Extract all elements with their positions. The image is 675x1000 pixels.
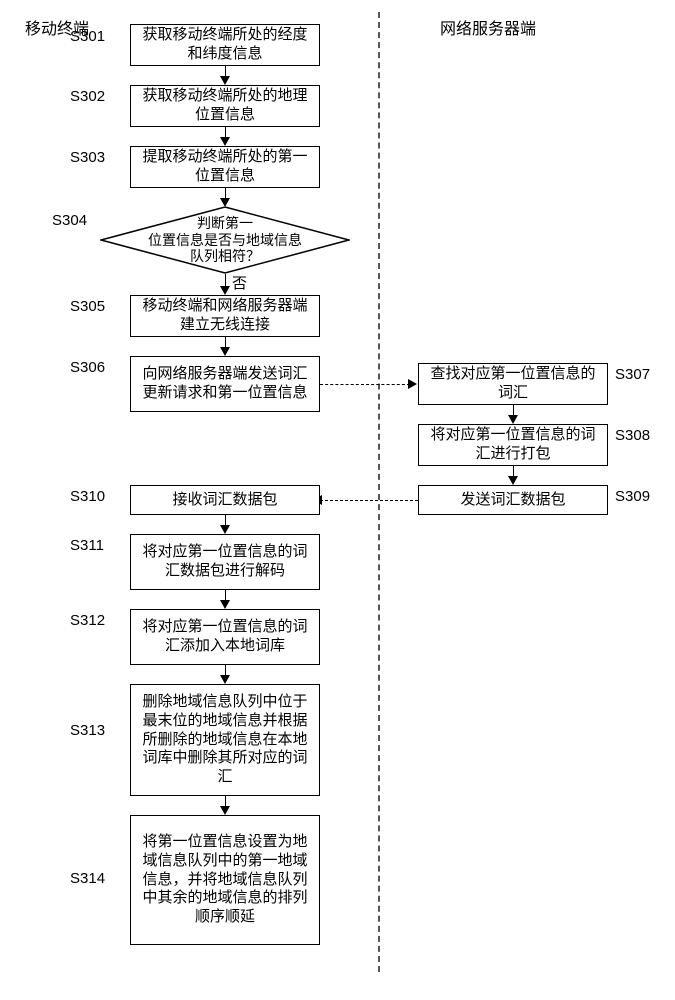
arrowhead-down [220, 347, 230, 356]
step-s307: 查找对应第一位置信息的词汇 [418, 363, 608, 405]
step-s310: 接收词汇数据包 [130, 485, 320, 515]
step-id-s307: S307 [615, 366, 650, 383]
step-text: 向网络服务器端发送词汇更新请求和第一位置信息 [139, 365, 311, 403]
step-s311: 将对应第一位置信息的词汇数据包进行解码 [130, 534, 320, 590]
connector-dashed [320, 500, 418, 501]
arrowhead-down [508, 476, 518, 485]
step-s302: 获取移动终端所处的地理位置信息 [130, 85, 320, 127]
step-id-s305: S305 [70, 298, 105, 315]
step-id-s304: S304 [52, 212, 87, 229]
arrowhead-down [220, 600, 230, 609]
arrowhead-down [220, 286, 230, 295]
step-text: 将对应第一位置信息的词汇进行打包 [427, 426, 599, 464]
step-id-s309: S309 [615, 488, 650, 505]
step-text: 删除地域信息队列中位于最末位的地域信息并根据所删除的地域信息在本地词库中删除其所… [139, 693, 311, 787]
step-s312: 将对应第一位置信息的词汇添加入本地词库 [130, 609, 320, 665]
step-s305: 移动终端和网络服务器端建立无线连接 [130, 295, 320, 337]
arrowhead-down [220, 76, 230, 85]
lane-divider [378, 12, 380, 972]
step-text: 获取移动终端所处的地理位置信息 [139, 87, 311, 125]
step-id-s312: S312 [70, 612, 105, 629]
step-text: 提取移动终端所处的第一位置信息 [139, 148, 311, 186]
step-id-s302: S302 [70, 88, 105, 105]
step-s303: 提取移动终端所处的第一位置信息 [130, 146, 320, 188]
step-id-s310: S310 [70, 488, 105, 505]
arrowhead-right [408, 379, 417, 389]
arrowhead-down [508, 415, 518, 424]
step-id-s308: S308 [615, 427, 650, 444]
step-text: 接收词汇数据包 [172, 491, 277, 510]
step-s308: 将对应第一位置信息的词汇进行打包 [418, 424, 608, 466]
step-s301: 获取移动终端所处的经度和纬度信息 [130, 24, 320, 66]
step-id-s314: S314 [70, 870, 105, 887]
arrowhead-down [220, 525, 230, 534]
step-id-s306: S306 [70, 359, 105, 376]
arrowhead-down [220, 137, 230, 146]
step-s313: 删除地域信息队列中位于最末位的地域信息并根据所删除的地域信息在本地词库中删除其所… [130, 684, 320, 796]
step-text: 获取移动终端所处的经度和纬度信息 [139, 26, 311, 64]
step-id-s313: S313 [70, 722, 105, 739]
step-id-s301: S301 [70, 28, 105, 45]
decision-no-label: 否 [232, 272, 247, 293]
step-s314: 将第一位置信息设置为地域信息队列中的第一地域信息，并将地域信息队列中其余的地域信… [130, 815, 320, 945]
step-text: 移动终端和网络服务器端建立无线连接 [139, 297, 311, 335]
step-id-s303: S303 [70, 149, 105, 166]
step-text: 发送词汇数据包 [460, 491, 565, 510]
flowchart-canvas: 移动终端 网络服务器端 S301 获取移动终端所处的经度和纬度信息 S302 获… [10, 10, 665, 975]
arrowhead-down [220, 806, 230, 815]
step-text: 将对应第一位置信息的词汇添加入本地词库 [139, 618, 311, 656]
arrowhead-down [220, 675, 230, 684]
header-network-server: 网络服务器端 [440, 15, 536, 39]
step-text: 查找对应第一位置信息的词汇 [427, 365, 599, 403]
connector-dashed [320, 384, 410, 385]
decision-text: 判断第一 位置信息是否与地域信息 队列相符？ [148, 215, 302, 265]
step-s306: 向网络服务器端发送词汇更新请求和第一位置信息 [130, 356, 320, 412]
step-id-s311: S311 [70, 537, 104, 554]
decision-s304: 判断第一 位置信息是否与地域信息 队列相符？ [100, 206, 350, 274]
step-text: 将对应第一位置信息的词汇数据包进行解码 [139, 543, 311, 581]
step-text: 将第一位置信息设置为地域信息队列中的第一地域信息，并将地域信息队列中其余的地域信… [139, 833, 311, 927]
step-s309: 发送词汇数据包 [418, 485, 608, 515]
